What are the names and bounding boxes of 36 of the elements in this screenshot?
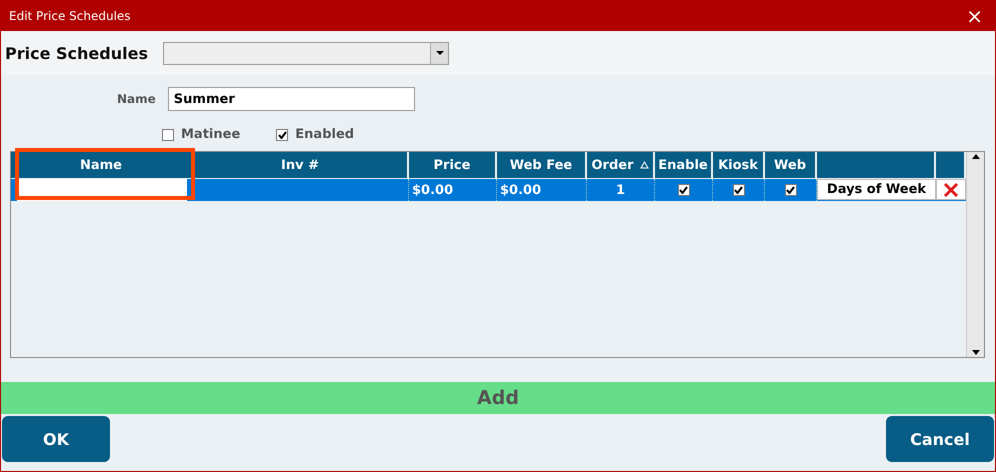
- scroll-down-icon[interactable]: [972, 350, 980, 355]
- checkbox[interactable]: [678, 184, 690, 196]
- column-header[interactable]: Inv #: [193, 152, 407, 178]
- table-row[interactable]: $0.00 $0.00 1 Days of Week: [11, 179, 966, 201]
- scroll-up-icon[interactable]: [972, 154, 980, 159]
- caret-icon: [436, 51, 444, 55]
- ok-button[interactable]: OK: [2, 416, 110, 462]
- column-header[interactable]: Kiosk: [713, 152, 763, 178]
- checkbox[interactable]: [784, 184, 796, 196]
- column-header[interactable]: Web: [765, 152, 815, 178]
- days-of-week-button[interactable]: Days of Week: [817, 179, 936, 200]
- cancel-button[interactable]: Cancel: [886, 416, 994, 462]
- dropdown-button[interactable]: [430, 42, 448, 64]
- checkbox[interactable]: [276, 128, 288, 140]
- column-header[interactable]: Web Fee: [497, 152, 585, 178]
- column-header[interactable]: Price: [409, 152, 495, 178]
- table-cell: $0.00: [409, 179, 497, 201]
- table-cell: $0.00: [497, 179, 587, 201]
- delete-button[interactable]: [936, 179, 966, 200]
- name-input[interactable]: Summer: [168, 87, 415, 111]
- field-label: Name: [117, 92, 156, 106]
- column-header[interactable]: Enable: [655, 152, 711, 178]
- window-title: Edit Price Schedules: [9, 8, 131, 22]
- field-label: Price Schedules: [5, 44, 149, 62]
- close-button[interactable]: ×: [962, 4, 987, 28]
- table-cell: 1: [587, 179, 655, 201]
- checkbox-label: Enabled: [295, 127, 354, 142]
- checkbox[interactable]: [162, 128, 174, 140]
- checkbox[interactable]: [732, 184, 744, 196]
- close-icon: [943, 182, 959, 198]
- column-header[interactable]: Name: [11, 152, 191, 178]
- column-header[interactable]: Order: [587, 152, 653, 178]
- sort-ascending-icon: [640, 161, 648, 169]
- add-button[interactable]: Add: [1, 382, 995, 414]
- scrollbar[interactable]: [966, 152, 984, 357]
- checkbox-label: Matinee: [181, 127, 240, 142]
